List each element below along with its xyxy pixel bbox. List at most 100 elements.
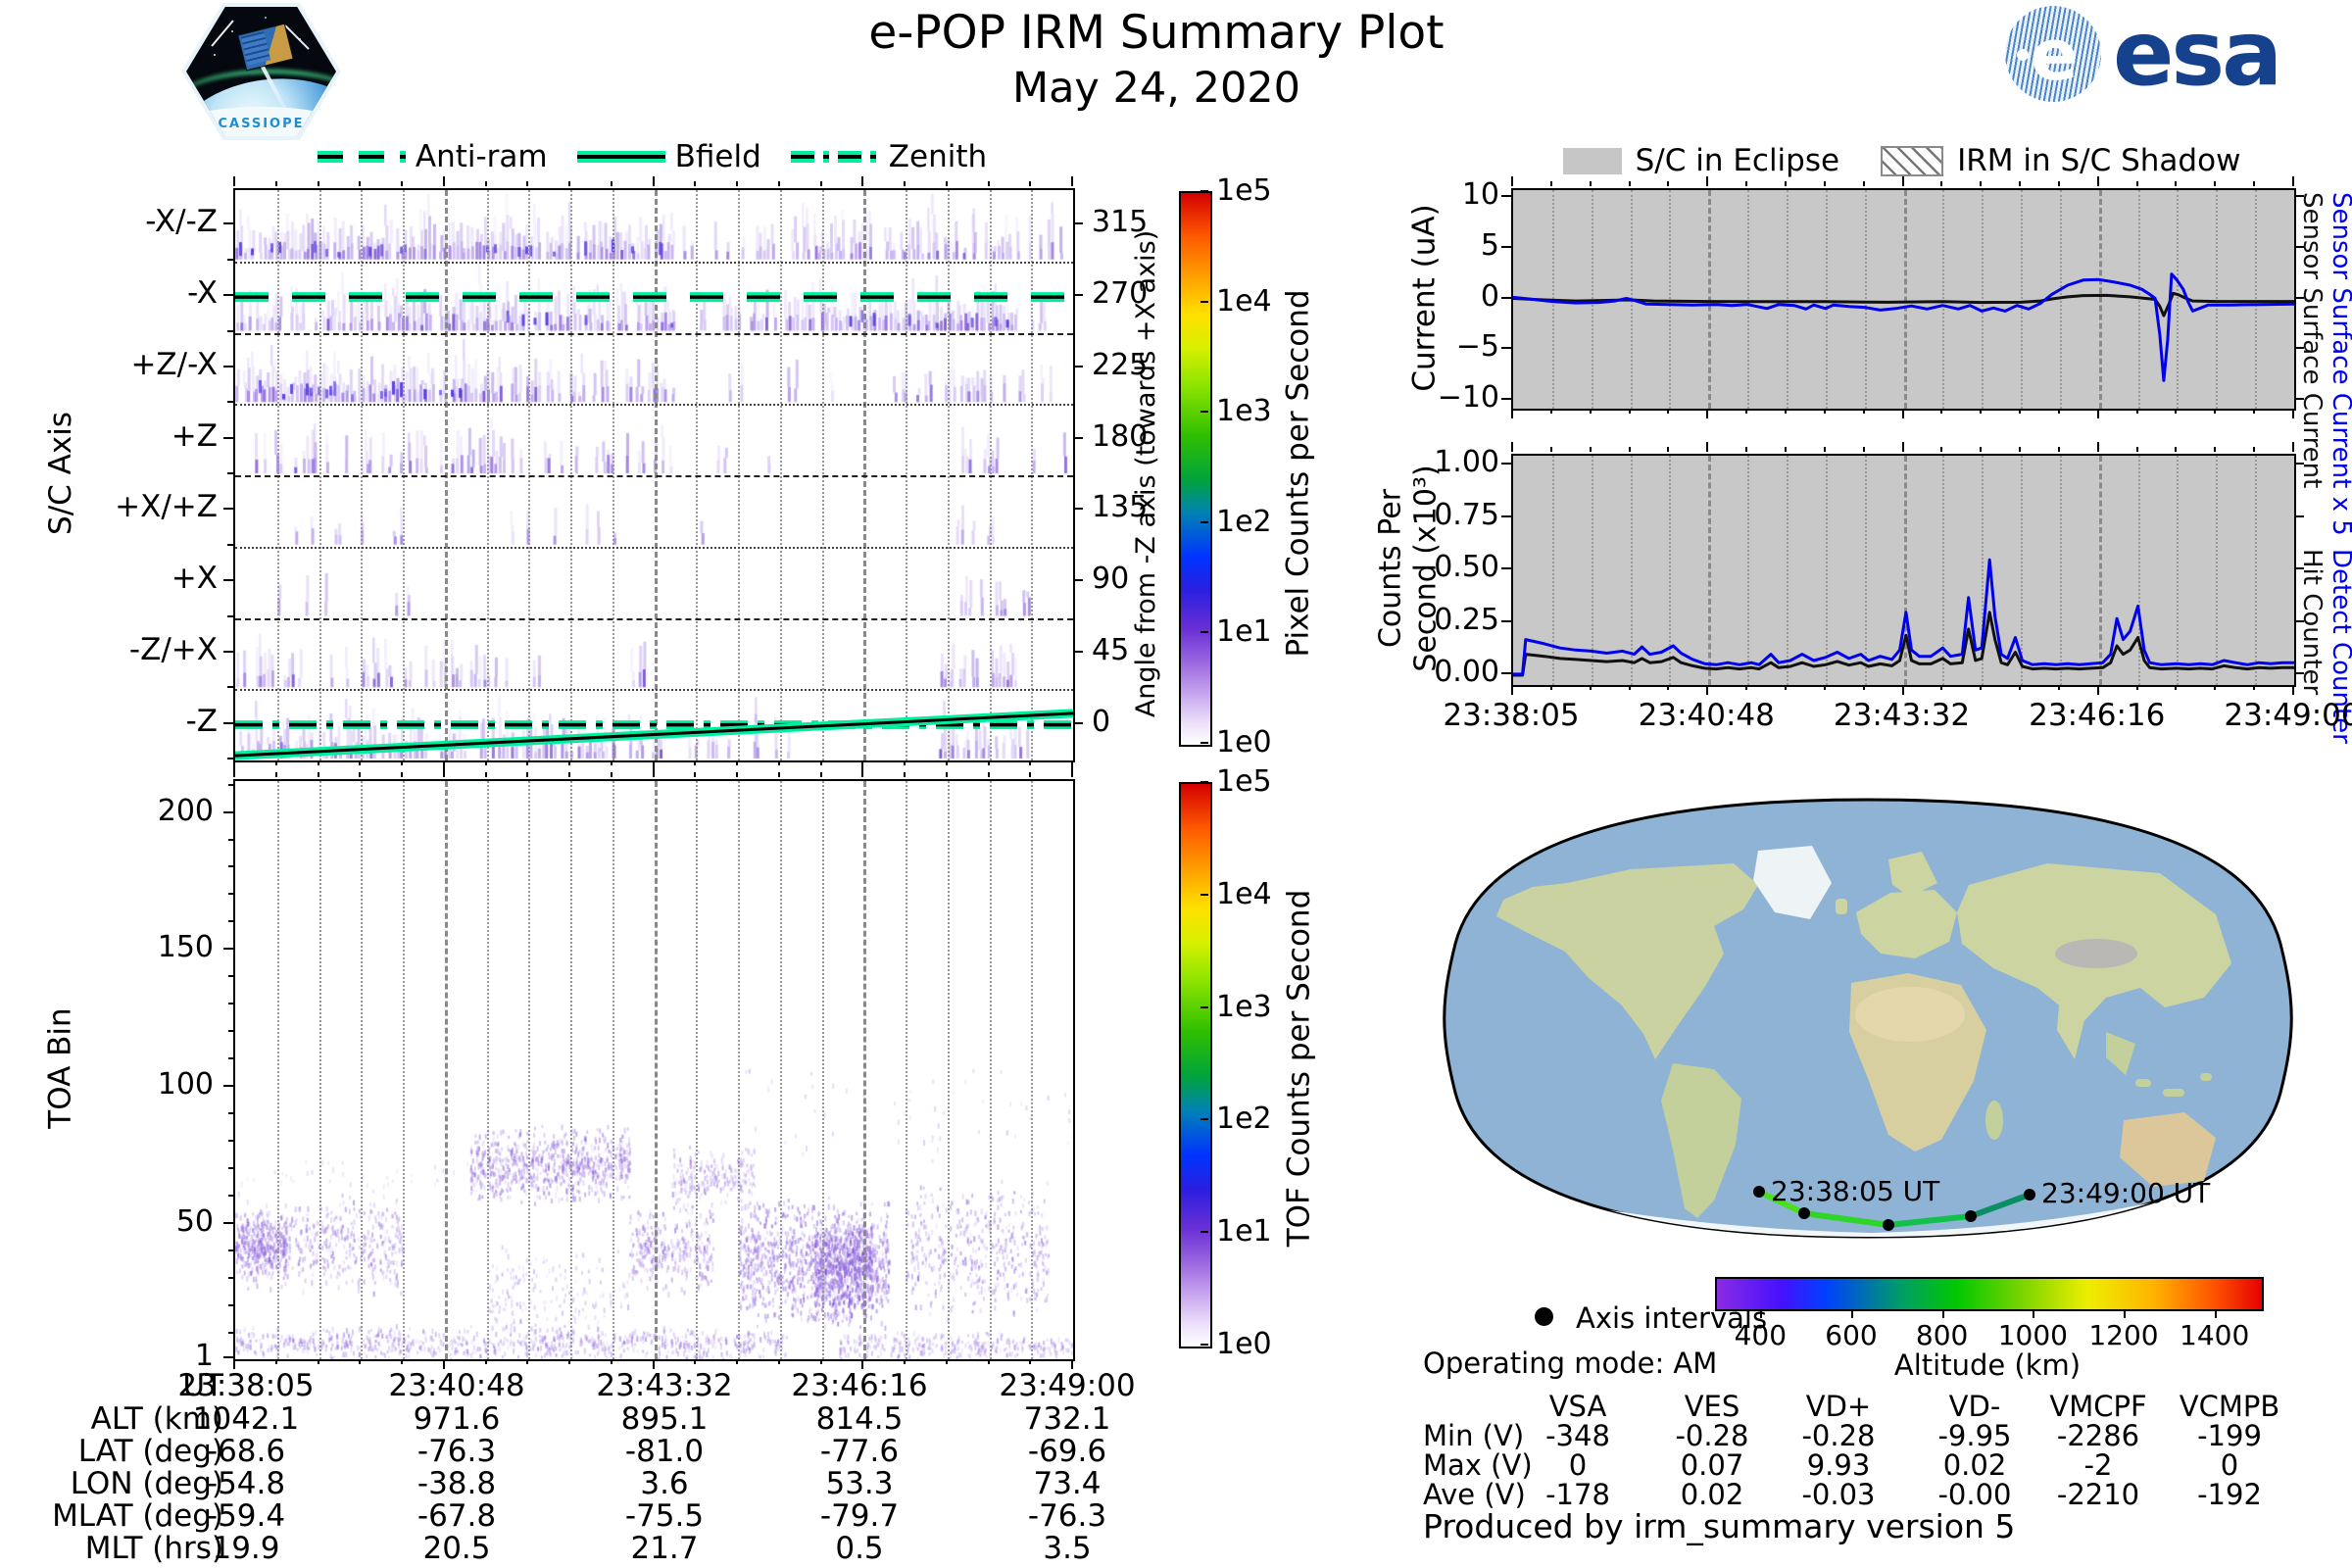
x-tick (2096, 176, 2099, 186)
colorbar-tick (1200, 1344, 1208, 1346)
toa-tick-label: 200 (157, 793, 214, 828)
x-tick (777, 772, 780, 777)
y-tick (1073, 436, 1083, 439)
y-tick (1073, 222, 1083, 225)
voltage-value: -192 (2197, 1478, 2262, 1511)
page-date: May 24, 2020 (1011, 64, 1301, 113)
british-isles (1836, 899, 1847, 914)
counts-tick-label: 0.25 (1434, 602, 1499, 637)
y-minor-tick (228, 1276, 233, 1279)
y-minor-tick (228, 810, 233, 813)
ephemeris-value: 20.5 (422, 1531, 491, 1566)
x-tick (526, 772, 529, 777)
y-tick (1501, 296, 1511, 299)
x-tick (1980, 409, 1983, 414)
x-tick (1862, 181, 1865, 186)
patch-label: CASSIOPE (218, 117, 305, 131)
tof-counts-colorbar (1179, 782, 1212, 1348)
track-end-label: 23:49:00 UT (2041, 1177, 2211, 1209)
colorbar-tick-label: 1e1 (1216, 1214, 1272, 1250)
pixel-counts-colorbar-label: Pixel Counts per Second (1281, 289, 1316, 658)
x-tick (945, 772, 948, 777)
x-tick (945, 760, 948, 765)
y-minor-tick (228, 1249, 233, 1251)
epop-irm-summary-page: CASSIOPE e-POP IRM Summary Plot May 24, … (0, 0, 2352, 1568)
world-map: 23:38:05 UT 23:49:00 UT (1443, 798, 2293, 1239)
ephemeris-value: -59.4 (206, 1498, 286, 1534)
x-tick (2214, 447, 2217, 452)
x-tick (1745, 409, 1748, 414)
shadow-label: IRM in S/C Shadow (1957, 143, 2241, 178)
series-sensor-surface-current (1513, 291, 2294, 318)
x-tick (1940, 685, 1943, 690)
colorbar-tick (1200, 300, 1208, 303)
p2-grid (235, 781, 1073, 1359)
altitude-tick (2214, 1309, 2217, 1318)
x-tick (401, 1359, 403, 1364)
new-guinea (2200, 1073, 2212, 1081)
x-tick (1745, 447, 1748, 452)
colorbar-tick-label: 1e5 (1216, 173, 1272, 208)
angle-tick-label: 45 (1092, 632, 1130, 667)
legend-label-antiram: Anti-ram (415, 139, 548, 174)
voltage-column-header: VD+ (1805, 1390, 1872, 1423)
x-tick (2175, 181, 2178, 186)
x-tick (2057, 447, 2060, 452)
colorbar-tick (1200, 742, 1208, 744)
minor-gridline (906, 781, 907, 1359)
x-tick (1823, 409, 1826, 414)
ephemeris-value: -77.6 (819, 1434, 900, 1469)
y-tick (1501, 245, 1511, 248)
y-minor-tick (227, 758, 233, 760)
x-tick (442, 176, 445, 186)
bfield-line-core (235, 711, 1073, 758)
y-minor-tick (227, 329, 233, 332)
y-minor-tick (228, 838, 233, 841)
y-tick (223, 222, 233, 225)
x-tick (2135, 181, 2138, 186)
y-minor-tick (227, 614, 233, 617)
colorbar-tick (1200, 1005, 1208, 1008)
x-tick (652, 1359, 655, 1369)
x-tick (610, 181, 612, 186)
y-minor-tick (228, 1112, 233, 1115)
y-minor-tick (227, 258, 233, 261)
altitude-tick-label: 1400 (2180, 1319, 2250, 1351)
x-tick (317, 1359, 319, 1364)
x-tick (819, 772, 822, 777)
ephemeris-value: -76.3 (1027, 1498, 1107, 1534)
patch-stars (206, 21, 208, 23)
current-tick-label: −5 (1455, 329, 1499, 365)
patch-antenna (211, 20, 234, 47)
x-tick (2175, 409, 2178, 414)
ephemeris-value: 23:46:16 (791, 1368, 928, 1403)
x-tick (694, 772, 697, 777)
y-tick (2294, 619, 2304, 622)
voltage-value: -0.03 (1801, 1478, 1876, 1511)
colorbar-tick (1200, 781, 1208, 783)
voltage-value: -2 (2083, 1448, 2113, 1482)
x-tick (652, 767, 655, 777)
x-tick (904, 772, 906, 777)
y-minor-tick (228, 1057, 233, 1060)
x-tick (2096, 442, 2099, 452)
ephemeris-value: -76.3 (416, 1434, 497, 1469)
ephemeris-value: -54.8 (206, 1466, 286, 1501)
counters-plot (1511, 454, 2296, 687)
counts-tick-label: 1.00 (1434, 445, 1499, 479)
legend-item-antiram: Anti-ram (317, 139, 548, 174)
x-tick (904, 760, 906, 765)
track-start-label: 23:38:05 UT (1771, 1175, 1940, 1207)
track-dot-end (2024, 1189, 2035, 1200)
x-tick (987, 1359, 990, 1364)
x-tick (2019, 447, 2022, 452)
eclipse-legend: S/C in Eclipse IRM in S/C Shadow (1511, 143, 2292, 178)
x-tick (1029, 1359, 1032, 1364)
x-tick (736, 181, 738, 186)
legend-item-bfield: Bfield (576, 139, 761, 174)
y-tick (2294, 245, 2304, 248)
x-tick (526, 181, 529, 186)
y-tick (1501, 567, 1511, 569)
page-title-block: e-POP IRM Summary Plot May 24, 2020 (686, 6, 1627, 113)
tof-counts-label-wrap: TOF Counts per Second (1274, 779, 1323, 1357)
